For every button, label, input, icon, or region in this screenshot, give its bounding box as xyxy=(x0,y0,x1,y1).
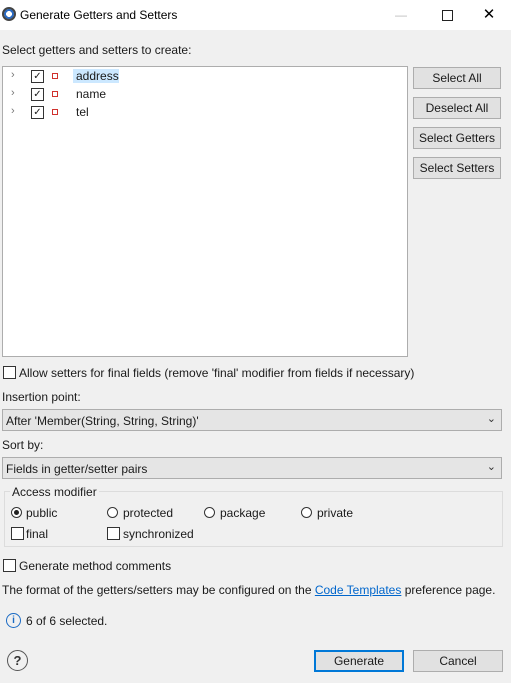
tree-item-label: tel xyxy=(76,105,89,119)
tree-item-address[interactable]: › ✓ address xyxy=(3,68,407,86)
expand-chevron-icon[interactable]: › xyxy=(11,69,15,81)
format-text-before: The format of the getters/setters may be… xyxy=(2,583,312,597)
cancel-button[interactable]: Cancel xyxy=(413,650,503,672)
allow-final-label: Allow setters for final fields (remove '… xyxy=(19,366,415,380)
help-icon[interactable]: ? xyxy=(7,650,28,671)
generate-comments-label: Generate method comments xyxy=(19,559,172,573)
sort-by-label: Sort by: xyxy=(2,438,44,452)
radio-private[interactable] xyxy=(301,507,312,518)
radio-package[interactable] xyxy=(204,507,215,518)
synchronized-checkbox[interactable] xyxy=(107,527,120,540)
expand-chevron-icon[interactable]: › xyxy=(11,105,15,117)
select-getters-button[interactable]: Select Getters xyxy=(413,127,501,149)
final-checkbox[interactable] xyxy=(11,527,24,540)
selection-status: 6 of 6 selected. xyxy=(26,614,108,628)
insertion-point-select[interactable]: After 'Member(String, String, String)' ⌄ xyxy=(2,409,502,431)
tree-item-name[interactable]: › ✓ name xyxy=(3,86,407,104)
maximize-icon xyxy=(441,10,453,22)
tree-item-label: address xyxy=(73,69,119,83)
radio-public[interactable] xyxy=(11,507,22,518)
select-setters-button[interactable]: Select Setters xyxy=(413,157,501,179)
title-bar: Generate Getters and Setters — ✕ xyxy=(0,0,511,30)
eclipse-icon xyxy=(2,7,16,21)
final-label: final xyxy=(26,527,49,541)
window-title: Generate Getters and Setters xyxy=(20,8,178,22)
select-label: Select getters and setters to create: xyxy=(2,43,192,57)
expand-chevron-icon[interactable]: › xyxy=(11,87,15,99)
chevron-down-icon: ⌄ xyxy=(486,461,496,473)
item-checkbox[interactable]: ✓ xyxy=(31,88,44,101)
generate-button[interactable]: Generate xyxy=(314,650,404,672)
radio-private-label: private xyxy=(317,506,354,520)
insertion-point-value: After 'Member(String, String, String)' xyxy=(6,414,199,428)
item-checkbox[interactable]: ✓ xyxy=(31,106,44,119)
sort-by-select[interactable]: Fields in getter/setter pairs ⌄ xyxy=(2,457,502,479)
sort-by-value: Fields in getter/setter pairs xyxy=(6,462,148,476)
radio-package-label: package xyxy=(220,506,266,520)
maximize-button[interactable] xyxy=(424,0,470,30)
radio-public-label: public xyxy=(26,506,58,520)
format-text-after: preference page. xyxy=(404,583,496,597)
format-info-text: The format of the getters/setters may be… xyxy=(2,583,495,597)
item-checkbox[interactable]: ✓ xyxy=(31,70,44,83)
radio-protected[interactable] xyxy=(107,507,118,518)
field-icon xyxy=(52,91,58,97)
allow-final-checkbox[interactable] xyxy=(3,366,16,379)
tree-item-label: name xyxy=(76,87,107,101)
tree-item-tel[interactable]: › ✓ tel xyxy=(3,104,407,122)
synchronized-label: synchronized xyxy=(123,527,194,541)
code-templates-link[interactable]: Code Templates xyxy=(315,583,402,597)
chevron-down-icon: ⌄ xyxy=(486,413,496,425)
deselect-all-button[interactable]: Deselect All xyxy=(413,97,501,119)
radio-protected-label: protected xyxy=(123,506,174,520)
generate-comments-checkbox[interactable] xyxy=(3,559,16,572)
fields-tree[interactable]: › ✓ address › ✓ name › ✓ tel xyxy=(2,66,408,357)
select-all-button[interactable]: Select All xyxy=(413,67,501,89)
minimize-button[interactable]: — xyxy=(378,0,424,30)
field-icon xyxy=(52,73,58,79)
close-button[interactable]: ✕ xyxy=(466,0,511,30)
info-icon: i xyxy=(6,613,21,628)
access-modifier-title: Access modifier xyxy=(10,485,99,499)
field-icon xyxy=(52,109,58,115)
insertion-point-label: Insertion point: xyxy=(2,390,81,404)
